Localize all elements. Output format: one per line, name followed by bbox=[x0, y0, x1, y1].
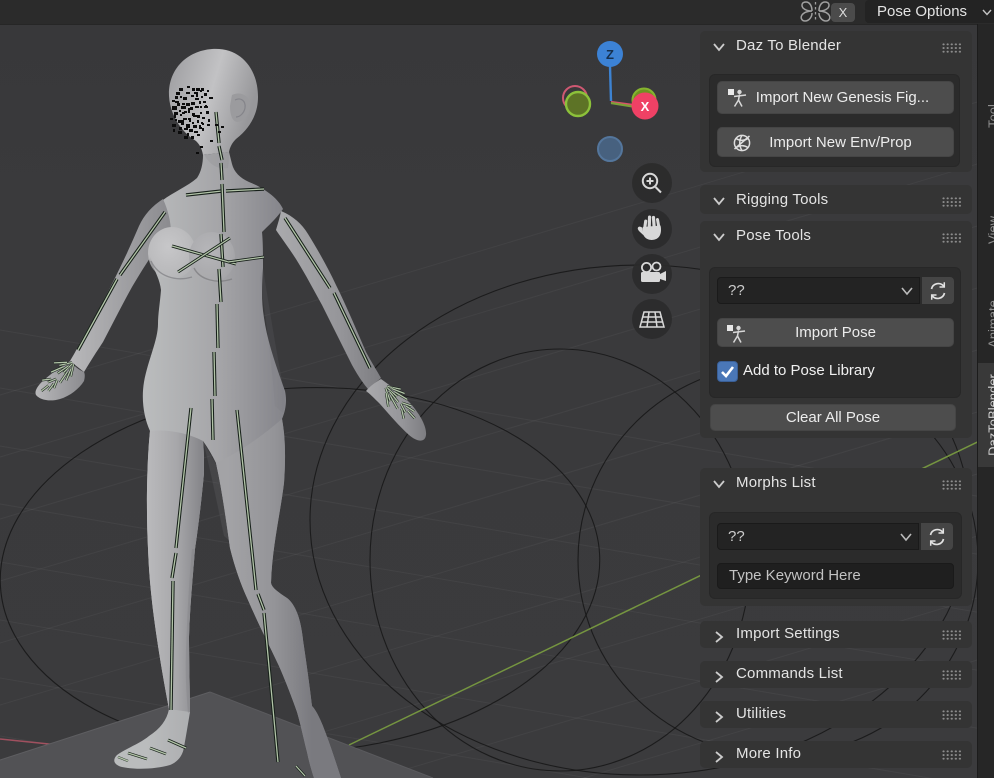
svg-text:X: X bbox=[641, 99, 650, 114]
svg-text:Z: Z bbox=[606, 47, 614, 62]
